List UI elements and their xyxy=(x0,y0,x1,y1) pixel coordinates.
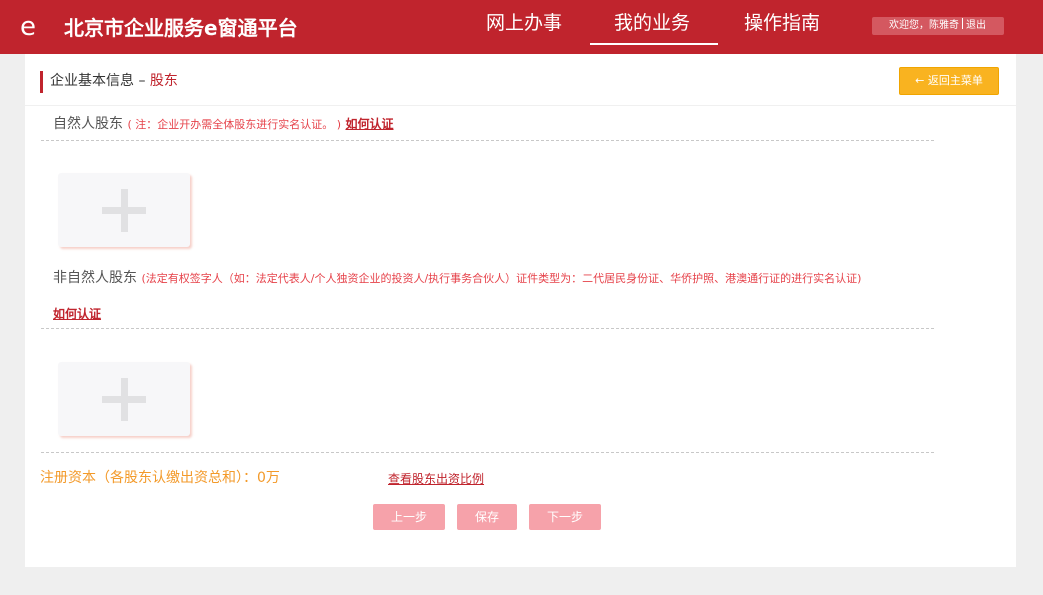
nav-online-service[interactable]: 网上办事 xyxy=(486,10,562,36)
nonnatural-how-to-verify-link[interactable]: 如何认证 xyxy=(53,307,101,321)
user-box: 欢迎您，陈雅奇 退出 xyxy=(872,17,1004,35)
plus-icon xyxy=(121,189,128,232)
nav-my-business[interactable]: 我的业务 xyxy=(614,10,690,36)
nonnatural-shareholder-label: 非自然人股东 xyxy=(53,270,137,286)
natural-shareholder-section: 自然人股东 ( 注：企业开办需全体股东进行实名认证。 ) 如何认证 xyxy=(53,114,394,135)
next-step-button[interactable]: 下一步 xyxy=(529,504,601,530)
welcome-text: 欢迎您，陈雅奇 xyxy=(889,20,959,31)
divider xyxy=(41,452,934,453)
save-button[interactable]: 保存 xyxy=(457,504,517,530)
logout-link[interactable]: 退出 xyxy=(966,20,986,31)
active-nav-indicator xyxy=(590,43,718,45)
brand-title: 北京市企业服务e窗通平台 xyxy=(64,16,298,40)
divider xyxy=(41,140,934,141)
view-contribution-ratio-link[interactable]: 查看股东出资比例 xyxy=(388,470,484,488)
top-header: e 北京市企业服务e窗通平台 网上办事 我的业务 操作指南 欢迎您，陈雅奇 退出 xyxy=(0,0,1043,54)
prev-step-button[interactable]: 上一步 xyxy=(373,504,445,530)
add-nonnatural-shareholder-button[interactable] xyxy=(58,362,190,436)
natural-how-to-verify-link[interactable]: 如何认证 xyxy=(345,117,393,131)
natural-shareholder-note: ( 注：企业开办需全体股东进行实名认证。 ) xyxy=(127,118,342,131)
nonnatural-shareholder-section: 非自然人股东 (法定有权签字人（如：法定代表人/个人独资企业的投资人/执行事务合… xyxy=(53,268,861,289)
page-title: 企业基本信息 – 股东 xyxy=(50,71,178,91)
main-panel: 企业基本信息 – 股东 ← 返回主菜单 自然人股东 ( 注：企业开办需全体股东进… xyxy=(25,54,1016,567)
natural-shareholder-label: 自然人股东 xyxy=(53,116,123,132)
user-divider xyxy=(962,18,963,29)
page-title-text: 企业基本信息 – xyxy=(50,73,150,89)
page-subtitle: 股东 xyxy=(149,73,178,89)
nonnatural-shareholder-note: (法定有权签字人（如：法定代表人/个人独资企业的投资人/执行事务合伙人）证件类型… xyxy=(141,272,862,285)
plus-icon xyxy=(121,378,128,421)
logo-icon: e xyxy=(20,12,36,42)
nonnatural-link-row: 如何认证 xyxy=(53,304,101,324)
nav-guide[interactable]: 操作指南 xyxy=(744,10,820,36)
divider xyxy=(41,328,934,329)
back-to-menu-button[interactable]: ← 返回主菜单 xyxy=(899,67,999,95)
add-natural-shareholder-button[interactable] xyxy=(58,173,190,247)
title-accent-bar xyxy=(40,71,43,93)
registered-capital-text: 注册资本（各股东认缴出资总和）：0万 xyxy=(40,470,280,486)
page-header: 企业基本信息 – 股东 ← 返回主菜单 xyxy=(25,54,1016,106)
